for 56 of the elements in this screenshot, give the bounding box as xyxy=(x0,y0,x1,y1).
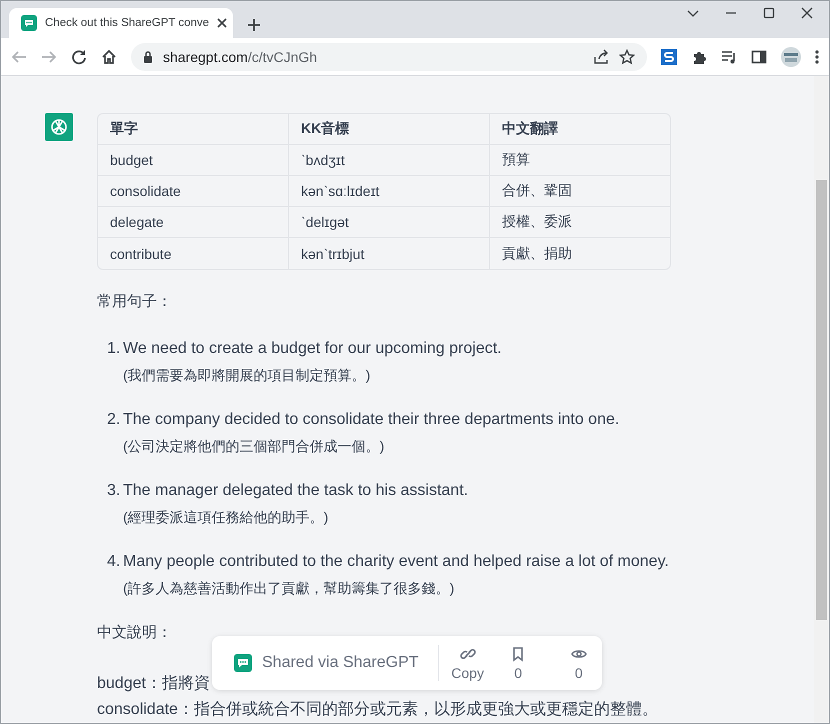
list-number: 2. xyxy=(107,410,122,430)
browser-tab[interactable]: Check out this ShareGPT conve xyxy=(9,8,233,38)
word-explanation: consolidate：指合併或統合不同的部分或元素，以形成更強大或更穩定的整體。 xyxy=(97,700,658,720)
bookmark-button[interactable]: 0 xyxy=(496,646,540,680)
column-header: 單字 xyxy=(98,114,289,145)
column-header: 中文翻譯 xyxy=(490,114,670,145)
side-panel-icon[interactable] xyxy=(751,48,767,64)
table-cell: ˋdelɪgət xyxy=(289,207,490,238)
list-number: 1. xyxy=(107,339,122,359)
sentence-translation: (我們需要為即將開展的項目制定預算。) xyxy=(123,366,372,385)
table-cell: ˋbʌdʒɪt xyxy=(289,145,490,176)
lock-icon xyxy=(143,50,153,62)
table-cell: consolidate xyxy=(98,176,289,207)
home-icon[interactable] xyxy=(101,48,117,64)
example-sentence: The manager delegated the task to his assistant. xyxy=(123,481,470,501)
chat-bubble-icon xyxy=(234,654,252,672)
table-cell: kənˋsɑːlɪdeɪt xyxy=(289,176,490,207)
copy-button[interactable]: Copy xyxy=(446,646,489,680)
table-cell-text: 貢獻、捐助 xyxy=(501,244,573,262)
section-heading: 中文說明： xyxy=(97,623,173,643)
chatgpt-logo-icon xyxy=(45,113,73,141)
reload-icon[interactable] xyxy=(71,48,87,64)
table-cell: delegate xyxy=(98,207,289,238)
share-icon[interactable] xyxy=(593,48,609,64)
sentence-translation: (經理委派這項任務給他的助手。) xyxy=(123,508,330,527)
column-header: KK音標 xyxy=(289,114,490,145)
sentence-translation: (許多人為慈善活動作出了貢獻，幫助籌集了很多錢。) xyxy=(123,579,456,598)
views-button[interactable]: 0 xyxy=(557,646,600,680)
maximize-icon[interactable] xyxy=(763,7,775,19)
new-tab-icon[interactable] xyxy=(247,18,261,32)
table-cell: contribute xyxy=(98,238,289,269)
scrollbar-thumb[interactable] xyxy=(816,180,827,620)
scrollbar[interactable] xyxy=(814,76,829,723)
profile-avatar-icon[interactable] xyxy=(781,46,801,66)
table-cell: 合併、鞏固 xyxy=(490,176,670,207)
close-icon[interactable] xyxy=(801,7,813,19)
star-icon[interactable] xyxy=(619,48,635,64)
more-menu-icon[interactable] xyxy=(815,48,819,64)
table-cell: 授權、委派 xyxy=(490,207,670,238)
list-number: 4. xyxy=(107,552,122,572)
close-icon[interactable] xyxy=(217,18,228,28)
table-cell: budget xyxy=(98,145,289,176)
s-extension-icon[interactable] xyxy=(661,48,677,64)
address-bar[interactable]: sharegpt.com/c/tvCJnGh xyxy=(131,42,647,70)
section-heading: 常用句子： xyxy=(97,292,173,312)
share-label: Shared via ShareGPT xyxy=(262,654,419,672)
table-cell: kənˋtrɪbjut xyxy=(289,238,490,269)
sentence-translation: (公司決定將他們的三個部門合併成一個。) xyxy=(123,437,386,456)
example-sentence: Many people contributed to the charity event and helped raise a lot of money. xyxy=(123,552,670,572)
list-number: 3. xyxy=(107,481,122,501)
table-cell: 預算 xyxy=(490,145,670,176)
word-explanation: budget：指將資 xyxy=(97,674,210,694)
media-list-icon[interactable] xyxy=(721,48,737,64)
chat-bubble-icon xyxy=(21,15,37,31)
example-sentence: The company decided to consolidate their three departments into one. xyxy=(123,410,620,430)
example-sentence: We need to create a budget for our upcoming project. xyxy=(123,339,503,359)
